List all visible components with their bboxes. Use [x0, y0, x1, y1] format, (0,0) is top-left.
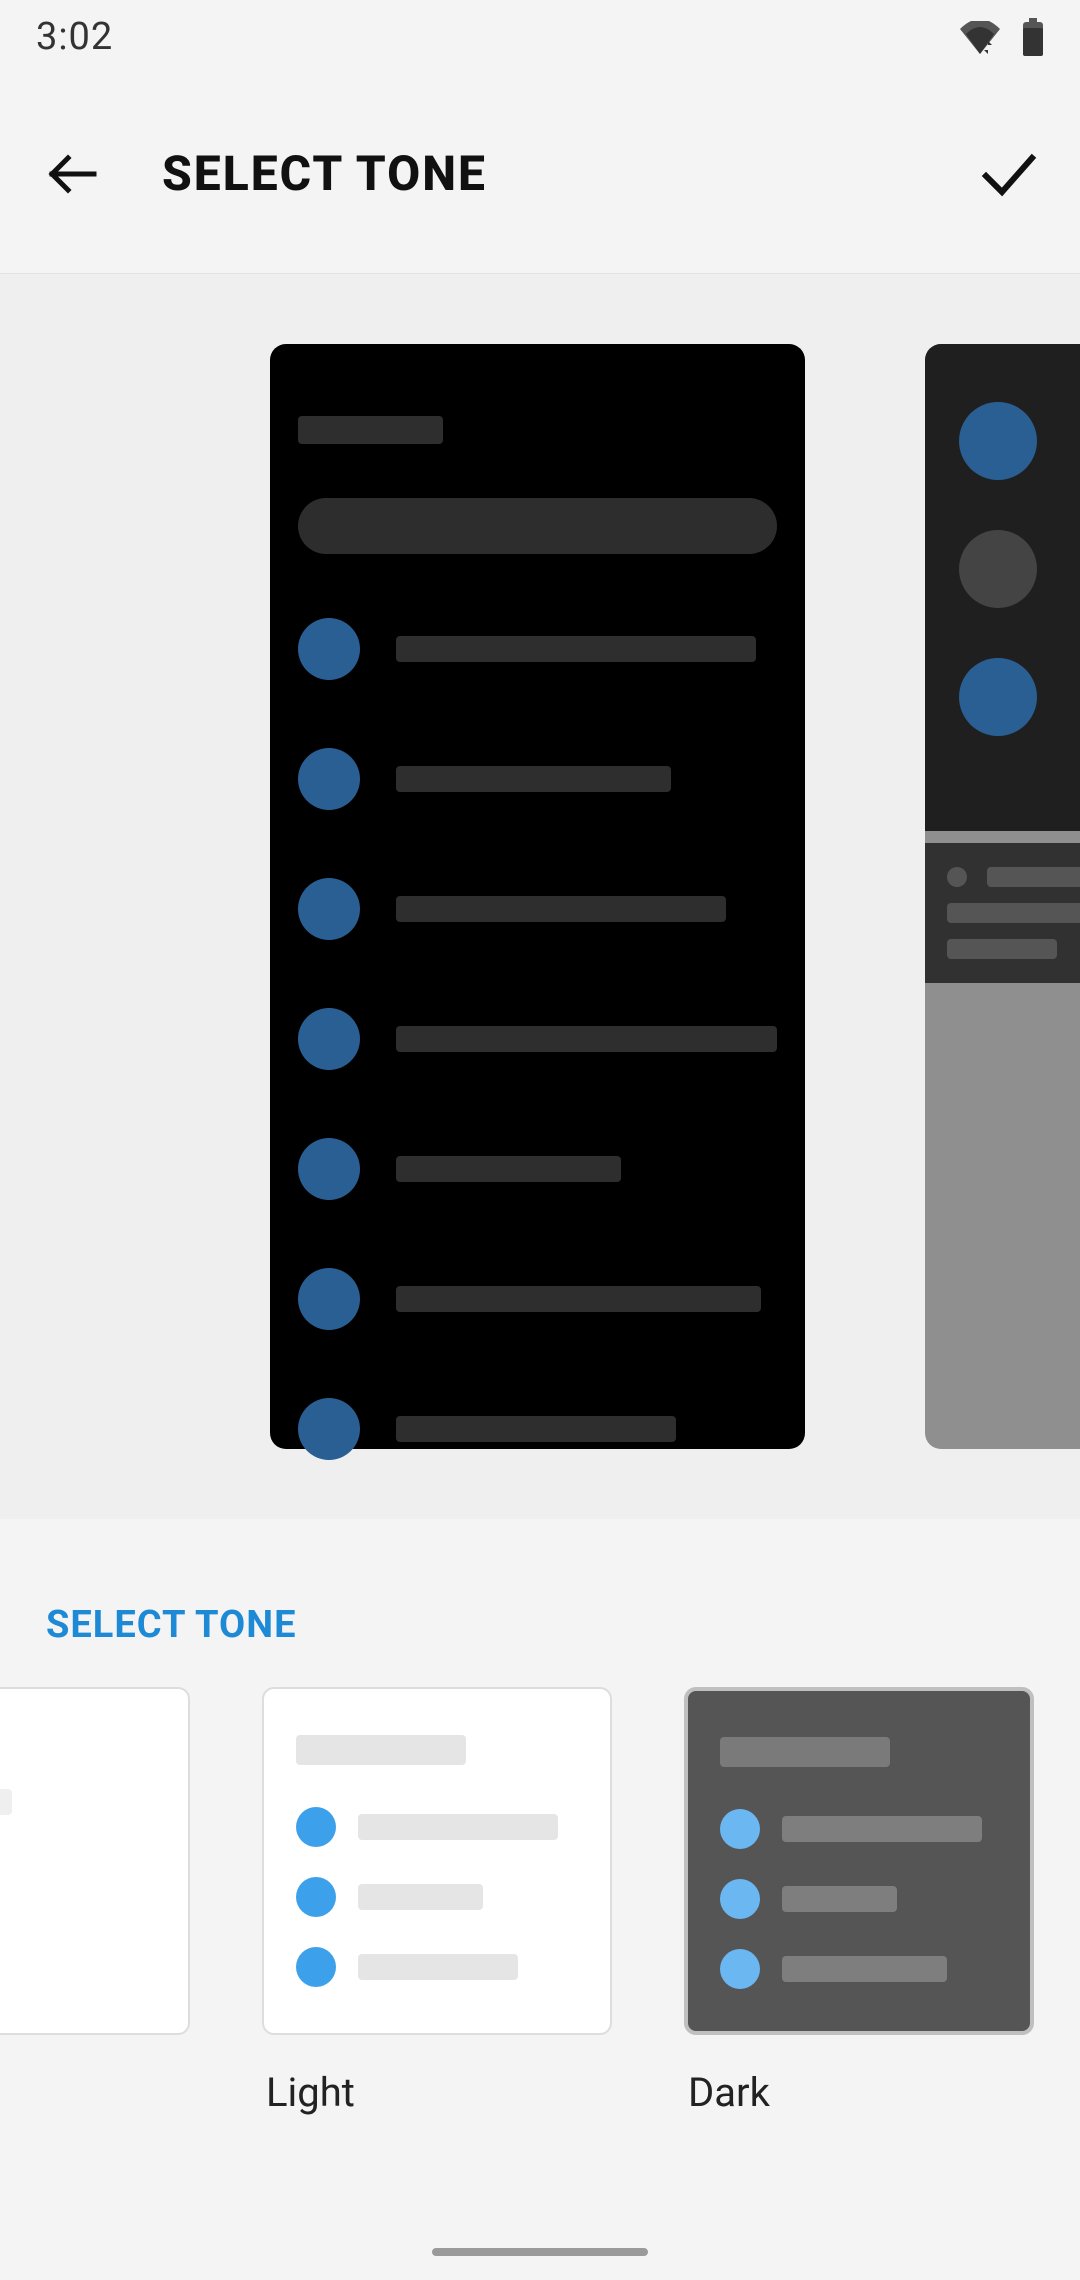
wifi-icon — [960, 21, 1000, 54]
skeleton-search — [298, 498, 777, 554]
skeleton-avatar — [298, 1398, 360, 1460]
skeleton-line — [782, 1816, 982, 1842]
skeleton-line — [396, 766, 671, 792]
skeleton-line — [782, 1956, 947, 1982]
tone-thumb-light — [262, 1687, 612, 2035]
skeleton-avatar — [298, 1138, 360, 1200]
skeleton-line — [947, 903, 1080, 923]
tone-label-light: Light — [262, 2035, 612, 2116]
skeleton-line — [396, 896, 726, 922]
skeleton-line — [396, 1156, 621, 1182]
tone-thumb — [0, 1687, 190, 2035]
skeleton-row — [720, 1949, 998, 1989]
section-header: SELECT TONE — [0, 1519, 1080, 1687]
skeleton-line — [782, 1886, 897, 1912]
skeleton-heading — [298, 416, 443, 444]
tone-option-light[interactable]: Light — [262, 1687, 612, 2116]
skeleton-row — [296, 1947, 578, 1987]
preview-dark-list — [270, 344, 805, 1449]
skeleton-line — [396, 636, 756, 662]
tone-option-dark[interactable]: Dark — [684, 1687, 1034, 2116]
theme-preview-carousel[interactable] — [0, 274, 1080, 1519]
skeleton-row — [298, 1008, 777, 1070]
skeleton-avatar — [959, 658, 1037, 736]
skeleton-line — [396, 1026, 777, 1052]
skeleton-mid-panel — [925, 843, 1080, 983]
skeleton-heading — [296, 1735, 466, 1765]
status-bar: 3:02 — [0, 0, 1080, 74]
tone-thumb-dark — [684, 1687, 1034, 2035]
skeleton-row — [298, 618, 777, 680]
skeleton-heading — [720, 1737, 890, 1767]
skeleton-row — [720, 1809, 998, 1849]
skeleton-avatar — [298, 1268, 360, 1330]
skeleton-avatar — [959, 402, 1037, 480]
skeleton-avatar — [298, 878, 360, 940]
preview-dark-panels — [925, 344, 1080, 1449]
skeleton-row — [298, 748, 777, 810]
skeleton-row — [720, 1879, 998, 1919]
skeleton-row — [298, 878, 777, 940]
skeleton-row — [298, 1398, 777, 1460]
confirm-button[interactable] — [976, 142, 1040, 206]
skeleton-line — [396, 1416, 676, 1442]
skeleton-avatar — [720, 1949, 760, 1989]
skeleton-avatar — [720, 1879, 760, 1919]
skeleton-line — [396, 1286, 761, 1312]
battery-icon — [1022, 18, 1044, 56]
tone-options: Light Dark — [0, 1687, 1080, 2116]
skeleton-row — [298, 1138, 777, 1200]
skeleton-row — [298, 1268, 777, 1330]
skeleton-line — [0, 1789, 12, 1815]
skeleton-avatar — [720, 1809, 760, 1849]
tone-option-partial[interactable] — [0, 1687, 190, 2116]
back-button[interactable] — [40, 142, 104, 206]
skeleton-line — [358, 1814, 558, 1840]
skeleton-avatar — [298, 1008, 360, 1070]
skeleton-avatar — [296, 1947, 336, 1987]
app-bar: SELECT TONE — [0, 74, 1080, 274]
skeleton-line — [358, 1954, 518, 1980]
skeleton-row — [0, 1897, 188, 1923]
tone-label-dark: Dark — [684, 2035, 1034, 2116]
skeleton-row — [0, 1843, 188, 1869]
skeleton-avatar — [298, 748, 360, 810]
skeleton-avatar — [296, 1877, 336, 1917]
skeleton-row — [296, 1807, 578, 1847]
skeleton-dot — [947, 867, 967, 887]
page-title: SELECT TONE — [162, 145, 487, 202]
skeleton-line — [358, 1884, 483, 1910]
skeleton-row — [0, 1789, 188, 1815]
skeleton-line — [987, 867, 1080, 887]
skeleton-avatar — [959, 530, 1037, 608]
gesture-nav-pill[interactable] — [432, 2248, 648, 2256]
skeleton-top-panel — [925, 344, 1080, 831]
status-time: 3:02 — [36, 15, 113, 59]
skeleton-avatar — [296, 1807, 336, 1847]
skeleton-avatar — [298, 618, 360, 680]
skeleton-line — [947, 939, 1057, 959]
status-right — [960, 18, 1044, 56]
skeleton-row — [947, 867, 1080, 887]
skeleton-row — [296, 1877, 578, 1917]
